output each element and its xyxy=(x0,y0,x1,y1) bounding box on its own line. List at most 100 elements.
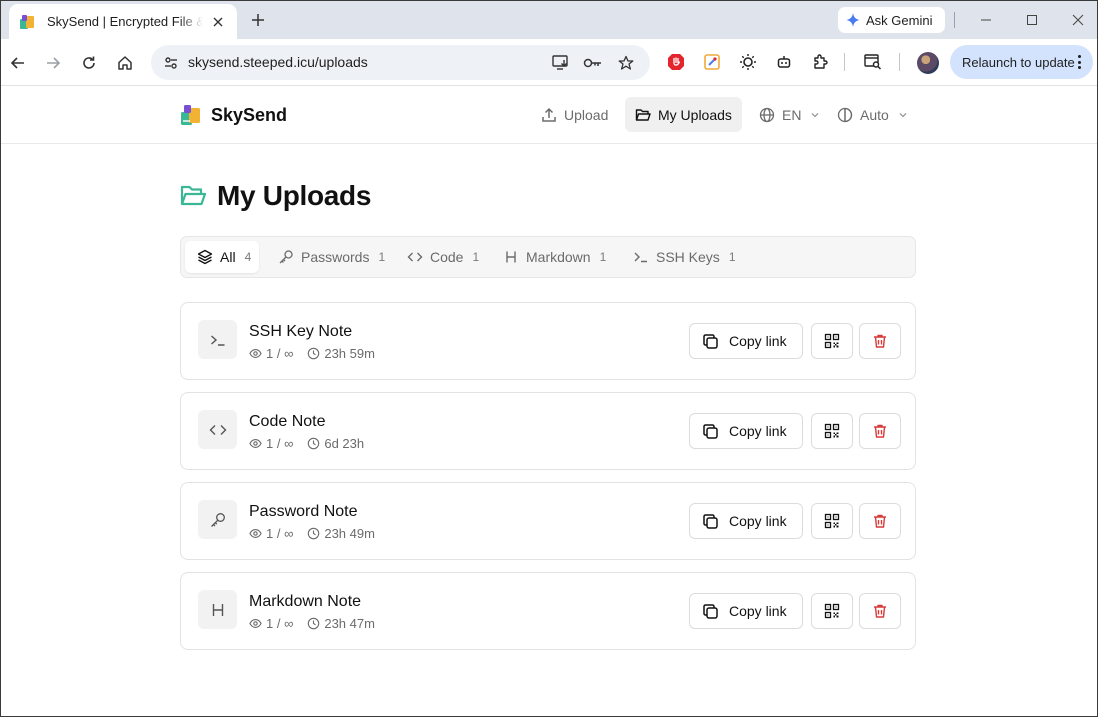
filter-tab-markdown[interactable]: Markdown 1 xyxy=(491,241,614,273)
theme-select[interactable]: Auto xyxy=(827,97,918,132)
robot-extension-icon[interactable] xyxy=(774,52,794,72)
install-app-icon[interactable] xyxy=(551,53,571,73)
copy-link-label: Copy link xyxy=(729,513,787,529)
upload-title: Code Note xyxy=(249,413,326,430)
toolbar-divider xyxy=(899,53,900,71)
key-icon xyxy=(279,250,293,264)
window-close-icon[interactable] xyxy=(1068,10,1088,30)
trash-icon xyxy=(874,514,886,528)
close-tab-icon[interactable] xyxy=(209,13,227,31)
filter-label: Passwords xyxy=(301,249,370,265)
upload-card: Password Note 1 / ∞ 23h 49m Copy link xyxy=(180,482,916,560)
qr-code-icon xyxy=(824,513,840,529)
brand-logo-link[interactable]: SkySend xyxy=(179,103,287,127)
back-arrow-icon[interactable] xyxy=(6,51,30,75)
copy-link-button[interactable]: Copy link xyxy=(689,503,803,539)
heading-icon xyxy=(506,251,516,263)
expiry-time: 23h 59m xyxy=(324,346,375,361)
relaunch-to-update-button[interactable]: Relaunch to update xyxy=(950,45,1093,79)
qr-code-button[interactable] xyxy=(811,503,853,539)
qr-code-icon xyxy=(824,333,840,349)
folder-open-icon xyxy=(635,108,651,121)
upload-card: Code Note 1 / ∞ 6d 23h Copy link xyxy=(180,392,916,470)
nav-upload-label: Upload xyxy=(564,106,609,123)
forward-arrow-icon[interactable] xyxy=(41,51,65,75)
filter-count: 4 xyxy=(244,250,252,264)
browser-tab[interactable]: SkySend | Encrypted File & Notes xyxy=(9,4,237,39)
heading-icon xyxy=(198,590,237,629)
skysend-logo-icon xyxy=(181,105,200,125)
upload-meta: 1 / ∞ 23h 47m xyxy=(249,616,375,631)
eye-icon xyxy=(249,439,262,448)
filter-tab-all[interactable]: All 4 xyxy=(185,241,260,273)
maximize-icon[interactable] xyxy=(1022,10,1042,30)
theme-contrast-icon xyxy=(837,107,853,122)
color-picker-extension-icon[interactable] xyxy=(702,52,722,72)
page-heading: My Uploads xyxy=(180,180,371,212)
filter-label: Markdown xyxy=(526,249,591,265)
minimize-icon[interactable] xyxy=(976,10,996,30)
clock-icon xyxy=(308,437,320,450)
more-menu-icon[interactable] xyxy=(1077,55,1081,69)
filter-count: 1 xyxy=(728,250,736,264)
browser-toolbar: skysend.steeped.icu/uploads Relaunch to … xyxy=(1,39,1097,86)
globe-icon xyxy=(759,107,775,122)
delete-button[interactable] xyxy=(859,413,901,449)
delete-button[interactable] xyxy=(859,593,901,629)
ask-gemini-button[interactable]: Ask Gemini xyxy=(838,7,945,33)
clock-icon xyxy=(308,617,320,630)
copy-link-button[interactable]: Copy link xyxy=(689,593,803,629)
tab-title: SkySend | Encrypted File & Notes xyxy=(47,14,203,29)
qr-code-button[interactable] xyxy=(811,593,853,629)
copy-icon xyxy=(703,603,718,619)
profile-avatar[interactable] xyxy=(917,52,939,74)
copy-link-button[interactable]: Copy link xyxy=(689,323,803,359)
site-info-icon[interactable] xyxy=(161,53,181,73)
copy-icon xyxy=(703,423,718,439)
password-key-icon[interactable] xyxy=(583,53,603,73)
language-select[interactable]: EN xyxy=(749,97,830,132)
url-text: skysend.steeped.icu/uploads xyxy=(188,54,368,70)
copy-icon xyxy=(703,333,718,349)
filter-tab-ssh-keys[interactable]: SSH Keys 1 xyxy=(621,241,744,273)
eye-icon xyxy=(249,529,262,538)
qr-code-icon xyxy=(824,423,840,439)
folder-open-icon xyxy=(180,185,207,206)
qr-code-icon xyxy=(824,603,840,619)
filter-tab-passwords[interactable]: Passwords 1 xyxy=(266,241,393,273)
expiry-time: 23h 47m xyxy=(324,616,375,631)
terminal-icon xyxy=(198,320,237,359)
filter-count: 1 xyxy=(599,250,607,264)
trash-icon xyxy=(874,604,886,618)
nav-upload[interactable]: Upload xyxy=(531,97,618,132)
extensions-puzzle-icon[interactable] xyxy=(810,52,830,72)
code-icon xyxy=(407,252,423,262)
tab-search-icon[interactable] xyxy=(863,52,883,72)
sun-extension-icon[interactable] xyxy=(738,52,758,72)
bookmark-star-icon[interactable] xyxy=(616,53,636,73)
upload-icon xyxy=(542,107,556,122)
filter-label: All xyxy=(220,249,236,265)
copy-link-button[interactable]: Copy link xyxy=(689,413,803,449)
upload-meta: 1 / ∞ 23h 49m xyxy=(249,526,375,541)
relaunch-label: Relaunch to update xyxy=(962,54,1075,70)
terminal-icon xyxy=(634,252,647,263)
address-bar[interactable]: skysend.steeped.icu/uploads xyxy=(151,45,650,80)
new-tab-button[interactable] xyxy=(247,9,269,31)
trash-icon xyxy=(874,334,886,348)
upload-card: SSH Key Note 1 / ∞ 23h 59m Copy link xyxy=(180,302,916,380)
delete-button[interactable] xyxy=(859,323,901,359)
page-title: My Uploads xyxy=(217,180,372,211)
adblock-extension-icon[interactable] xyxy=(666,52,686,72)
chevron-down-icon xyxy=(899,112,907,117)
nav-my-uploads[interactable]: My Uploads xyxy=(625,97,742,132)
filter-tab-code[interactable]: Code 1 xyxy=(395,241,487,273)
home-icon[interactable] xyxy=(113,51,137,75)
qr-code-button[interactable] xyxy=(811,323,853,359)
upload-title: Password Note xyxy=(249,503,358,520)
reload-icon[interactable] xyxy=(77,51,101,75)
delete-button[interactable] xyxy=(859,503,901,539)
expiry-time: 23h 49m xyxy=(324,526,375,541)
qr-code-button[interactable] xyxy=(811,413,853,449)
eye-icon xyxy=(249,349,262,358)
